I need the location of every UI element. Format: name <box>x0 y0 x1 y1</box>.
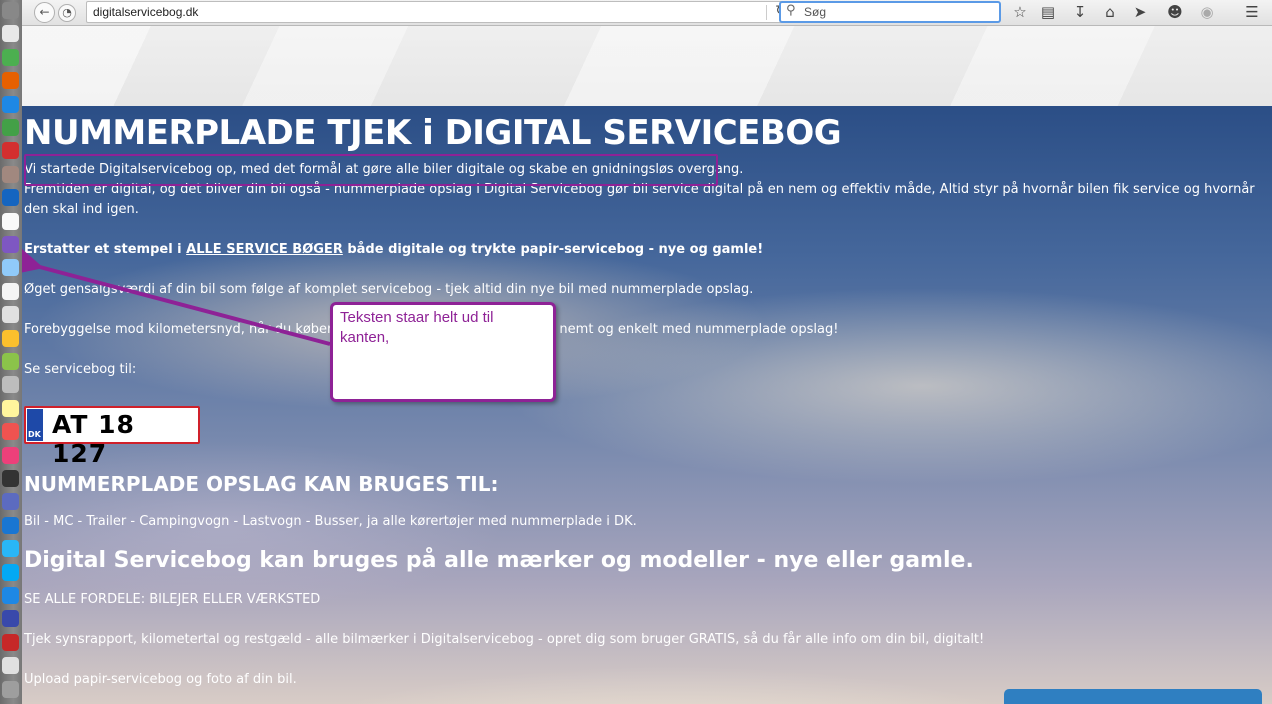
wifi-icon[interactable] <box>2 540 19 558</box>
web-page: NUMMERPLADE TJEK i DIGITAL SERVICEBOG Vi… <box>22 26 1272 704</box>
itunes-icon[interactable] <box>2 446 19 464</box>
google-earth-icon[interactable] <box>2 610 19 628</box>
terminal-icon[interactable] <box>2 470 19 487</box>
send-icon[interactable]: ➤ <box>1131 3 1149 21</box>
search-placeholder: Søg <box>804 5 827 19</box>
bookmark-star-icon[interactable]: ☆ <box>1011 3 1029 21</box>
url-bar[interactable]: digitalservicebog.dk ↻ <box>86 1 794 23</box>
notes-icon[interactable] <box>2 399 19 417</box>
skype-icon[interactable] <box>2 563 19 581</box>
system-preferences-icon[interactable] <box>2 2 19 19</box>
android-icon[interactable] <box>2 353 19 370</box>
opera-icon[interactable] <box>2 142 19 160</box>
menu-icon[interactable]: ☰ <box>1243 3 1261 21</box>
safari-icon[interactable] <box>2 95 19 113</box>
search-input[interactable]: ⚲ Søg <box>779 1 1001 23</box>
dock <box>0 0 23 704</box>
reading-list-icon[interactable]: ▤ <box>1039 3 1057 21</box>
photo-booth-icon[interactable] <box>2 423 19 441</box>
calendar-icon[interactable] <box>2 25 19 43</box>
chat-icon[interactable]: ☻ <box>1166 3 1184 21</box>
launchpad-icon[interactable] <box>2 493 19 511</box>
download-icon[interactable]: ↧ <box>1071 3 1089 21</box>
kilometer-app-icon[interactable] <box>2 48 19 66</box>
chrome-icon[interactable] <box>2 119 19 136</box>
trash-icon[interactable] <box>2 680 19 698</box>
home-icon[interactable]: ⌂ <box>1101 3 1119 21</box>
finder-folder-icon[interactable] <box>2 165 19 183</box>
firefox-icon[interactable] <box>2 72 19 90</box>
acrobat-icon[interactable] <box>2 633 19 651</box>
migration-icon[interactable] <box>2 189 19 207</box>
cyberduck-icon[interactable] <box>2 329 19 347</box>
photos-icon[interactable] <box>2 236 19 253</box>
url-text: digitalservicebog.dk <box>93 5 199 19</box>
downloads-icon[interactable] <box>2 259 19 277</box>
preview-icon[interactable] <box>2 282 19 300</box>
sync-icon[interactable]: ◉ <box>1198 3 1216 21</box>
network-icon[interactable] <box>2 516 19 534</box>
back-button[interactable]: ← <box>34 2 55 23</box>
site-info-icon[interactable]: ◔ <box>58 4 76 22</box>
script-editor-icon[interactable] <box>2 306 19 324</box>
text-editor-icon[interactable] <box>2 212 19 230</box>
browser-toolbar: ← ◔ digitalservicebog.dk ↻ ⚲ Søg ☆ ▤ ↧ ⌂… <box>22 0 1272 26</box>
url-separator <box>766 5 767 20</box>
mail-icon[interactable] <box>2 376 19 394</box>
annotation-callout: Teksten staar helt ud til kanten, <box>330 302 556 402</box>
search-icon: ⚲ <box>786 3 796 18</box>
annotation-arrow <box>22 244 331 346</box>
teamviewer-icon[interactable] <box>2 587 19 604</box>
printer-icon[interactable] <box>2 657 19 675</box>
